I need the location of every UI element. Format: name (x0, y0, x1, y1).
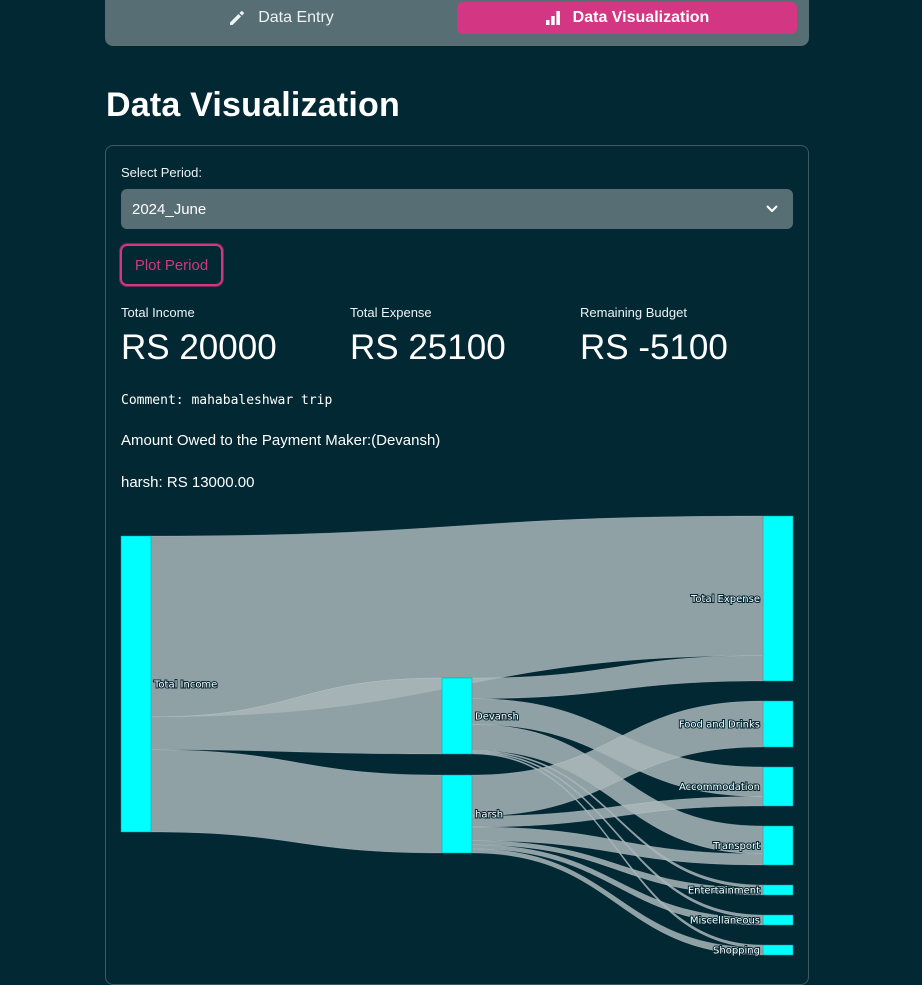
sankey-label-total-income: Total Income (153, 680, 217, 691)
sankey-node-food-and-drinks[interactable] (762, 700, 794, 748)
sankey-node-transport[interactable] (762, 825, 794, 866)
sankey-node-total-expense[interactable] (762, 515, 794, 682)
sankey-label-accommodation: Accommodation (679, 782, 760, 793)
sankey-node-shopping[interactable] (762, 944, 794, 956)
sankey-label-harsh: harsh (475, 810, 503, 821)
sankey-node-accommodation[interactable] (762, 766, 794, 807)
sankey-label-entertainment: Entertainment (688, 886, 760, 897)
sankey-chart: Total Income Devansh harsh Total Expense Foo… (120, 515, 794, 958)
sankey-node-harsh[interactable] (441, 774, 473, 854)
sankey-label-food-and-drinks: Food and Drinks (679, 720, 760, 731)
sankey-label-total-expense: Total Expense (690, 594, 760, 605)
sankey-label-transport: Transport (712, 841, 760, 852)
sankey-label-shopping: Shopping (713, 946, 760, 957)
sankey-label-devansh: Devansh (475, 712, 519, 723)
sankey-node-entertainment[interactable] (762, 884, 794, 896)
sankey-node-miscellaneous[interactable] (762, 914, 794, 926)
sankey-node-devansh[interactable] (441, 677, 473, 755)
sankey-node-total-income[interactable] (120, 535, 152, 833)
sankey-label-miscellaneous: Miscellaneous (690, 916, 760, 927)
sankey-link-total-income-to-harsh[interactable] (150, 749, 443, 854)
